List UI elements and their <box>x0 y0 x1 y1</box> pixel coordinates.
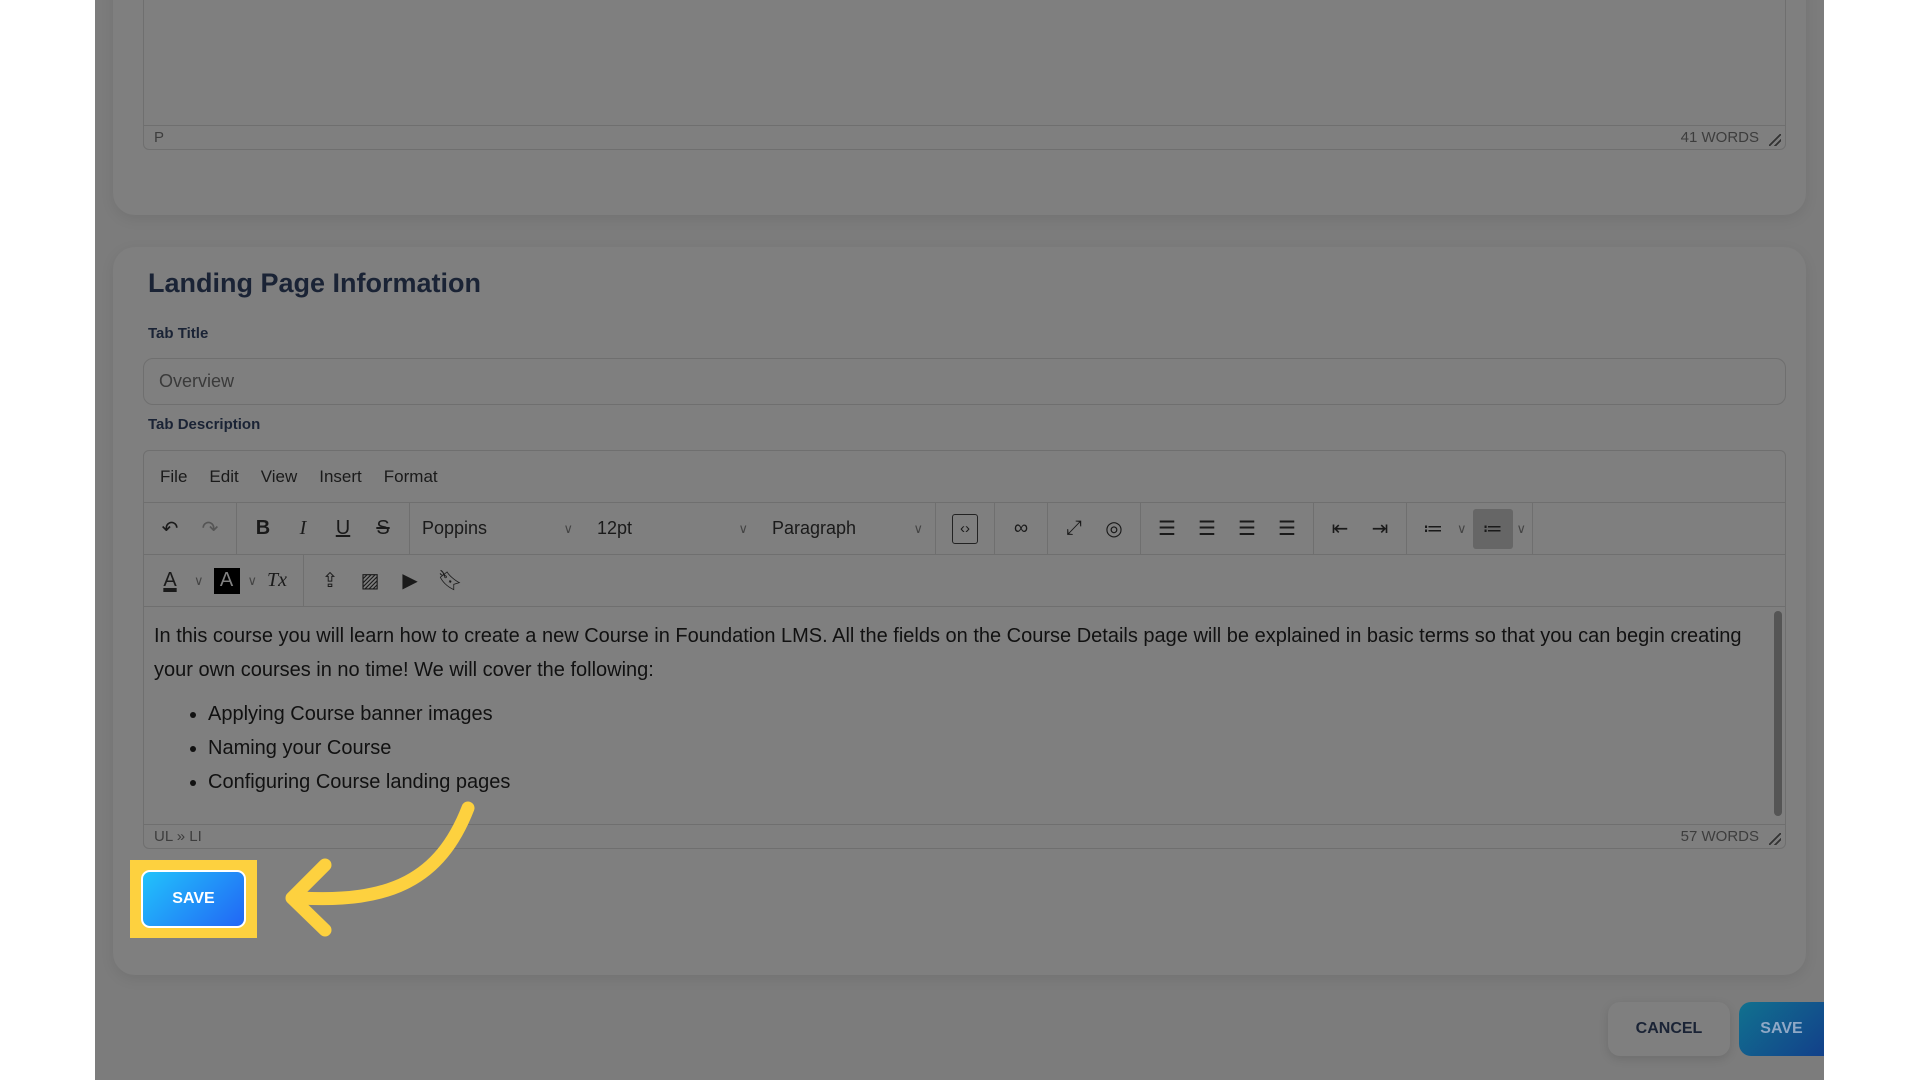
strikethrough-icon[interactable]: S <box>363 509 403 549</box>
image-icon[interactable]: ▨ <box>350 561 390 601</box>
chevron-down-icon: ∨ <box>563 520 573 536</box>
align-center-icon[interactable]: ☰ <box>1187 509 1227 549</box>
redo-icon[interactable]: ↷ <box>190 509 230 549</box>
block-format-value: Paragraph <box>772 518 857 538</box>
bookmark-icon[interactable]: 🔖︎ <box>430 561 470 601</box>
clear-formatting-icon[interactable]: Tx <box>257 561 297 601</box>
list-item: Naming your Course <box>208 731 1761 765</box>
italic-icon[interactable]: I <box>283 509 323 549</box>
editor-scrollbar[interactable] <box>1774 611 1782 816</box>
menu-edit[interactable]: Edit <box>209 467 238 487</box>
menu-format[interactable]: Format <box>384 467 438 487</box>
tab-title-input[interactable]: Overview <box>143 358 1786 405</box>
bold-icon[interactable]: B <box>243 509 283 549</box>
bullet-list-icon[interactable]: ≔ <box>1472 508 1513 549</box>
font-family-select[interactable]: Poppins ∨ <box>410 518 585 539</box>
description-list: Applying Course banner images Naming you… <box>208 697 1761 799</box>
element-path: P <box>154 129 165 146</box>
toolbar-row-2: A ∨ A ∨ Tx ⇪ ▨ ▶ 🔖︎ <box>144 555 1785 607</box>
footer-save-button[interactable]: SAVE <box>1739 1002 1824 1056</box>
tab-description-label: Tab Description <box>148 416 261 433</box>
upload-icon[interactable]: ⇪ <box>310 561 350 601</box>
element-path: UL » LI <box>154 828 202 845</box>
align-right-icon[interactable]: ☰ <box>1227 509 1267 549</box>
word-count: 57 WORDS <box>1680 828 1759 845</box>
chevron-down-icon[interactable]: ∨ <box>1517 521 1527 537</box>
outdent-icon[interactable]: ⇤ <box>1320 509 1360 549</box>
indent-icon[interactable]: ⇥ <box>1360 509 1400 549</box>
menu-view[interactable]: View <box>261 467 298 487</box>
tab-title-label: Tab Title <box>148 325 209 342</box>
highlight-color-icon[interactable]: A <box>213 567 240 594</box>
underline-icon[interactable]: U <box>323 509 363 549</box>
menu-insert[interactable]: Insert <box>319 467 362 487</box>
save-button[interactable]: SAVE <box>141 870 246 928</box>
editor-menubar: File Edit View Insert Format <box>144 451 1785 503</box>
word-count: 41 WORDS <box>1680 129 1759 146</box>
font-family-value: Poppins <box>422 518 488 538</box>
source-code-icon[interactable]: ‹› <box>952 513 978 544</box>
toolbar-row-1: ↶ ↷ B I U S Poppins ∨ 12pt ∨ Paragraph ∨ ‹› … <box>144 503 1785 555</box>
chevron-down-icon[interactable]: ∨ <box>1457 521 1467 537</box>
text-color-icon[interactable]: A <box>150 561 190 601</box>
font-size-select[interactable]: 12pt ∨ <box>585 518 760 539</box>
fullscreen-icon[interactable]: ⤢ <box>1054 509 1094 549</box>
section-title: Landing Page Information <box>148 268 482 298</box>
previous-card: P 41 WORDS <box>113 0 1806 215</box>
font-size-value: 12pt <box>597 518 633 538</box>
align-justify-icon[interactable]: ☰ <box>1267 509 1307 549</box>
resize-handle-icon[interactable] <box>1769 134 1781 146</box>
chevron-down-icon: ∨ <box>913 520 923 536</box>
preview-eye-icon[interactable]: ◎ <box>1094 509 1134 549</box>
resize-handle-icon[interactable] <box>1769 833 1781 845</box>
chevron-down-icon[interactable]: ∨ <box>194 573 204 589</box>
editor-status-bar: P 41 WORDS <box>144 125 1785 149</box>
chevron-down-icon[interactable]: ∨ <box>248 573 258 589</box>
numbered-list-icon[interactable]: ≔ <box>1413 509 1453 549</box>
menu-file[interactable]: File <box>160 467 187 487</box>
chevron-down-icon: ∨ <box>738 520 748 536</box>
media-play-icon[interactable]: ▶ <box>390 561 430 601</box>
undo-icon[interactable]: ↶ <box>150 509 190 549</box>
link-icon[interactable]: ∞ <box>1001 509 1041 549</box>
previous-editor[interactable]: P 41 WORDS <box>143 0 1786 150</box>
pointer-arrow-icon <box>285 801 475 937</box>
block-format-select[interactable]: Paragraph ∨ <box>760 518 935 539</box>
list-item: Applying Course banner images <box>208 697 1761 731</box>
description-paragraph: In this course you will learn how to cre… <box>154 625 1742 681</box>
cancel-button[interactable]: CANCEL <box>1608 1002 1730 1056</box>
align-left-icon[interactable]: ☰ <box>1147 509 1187 549</box>
